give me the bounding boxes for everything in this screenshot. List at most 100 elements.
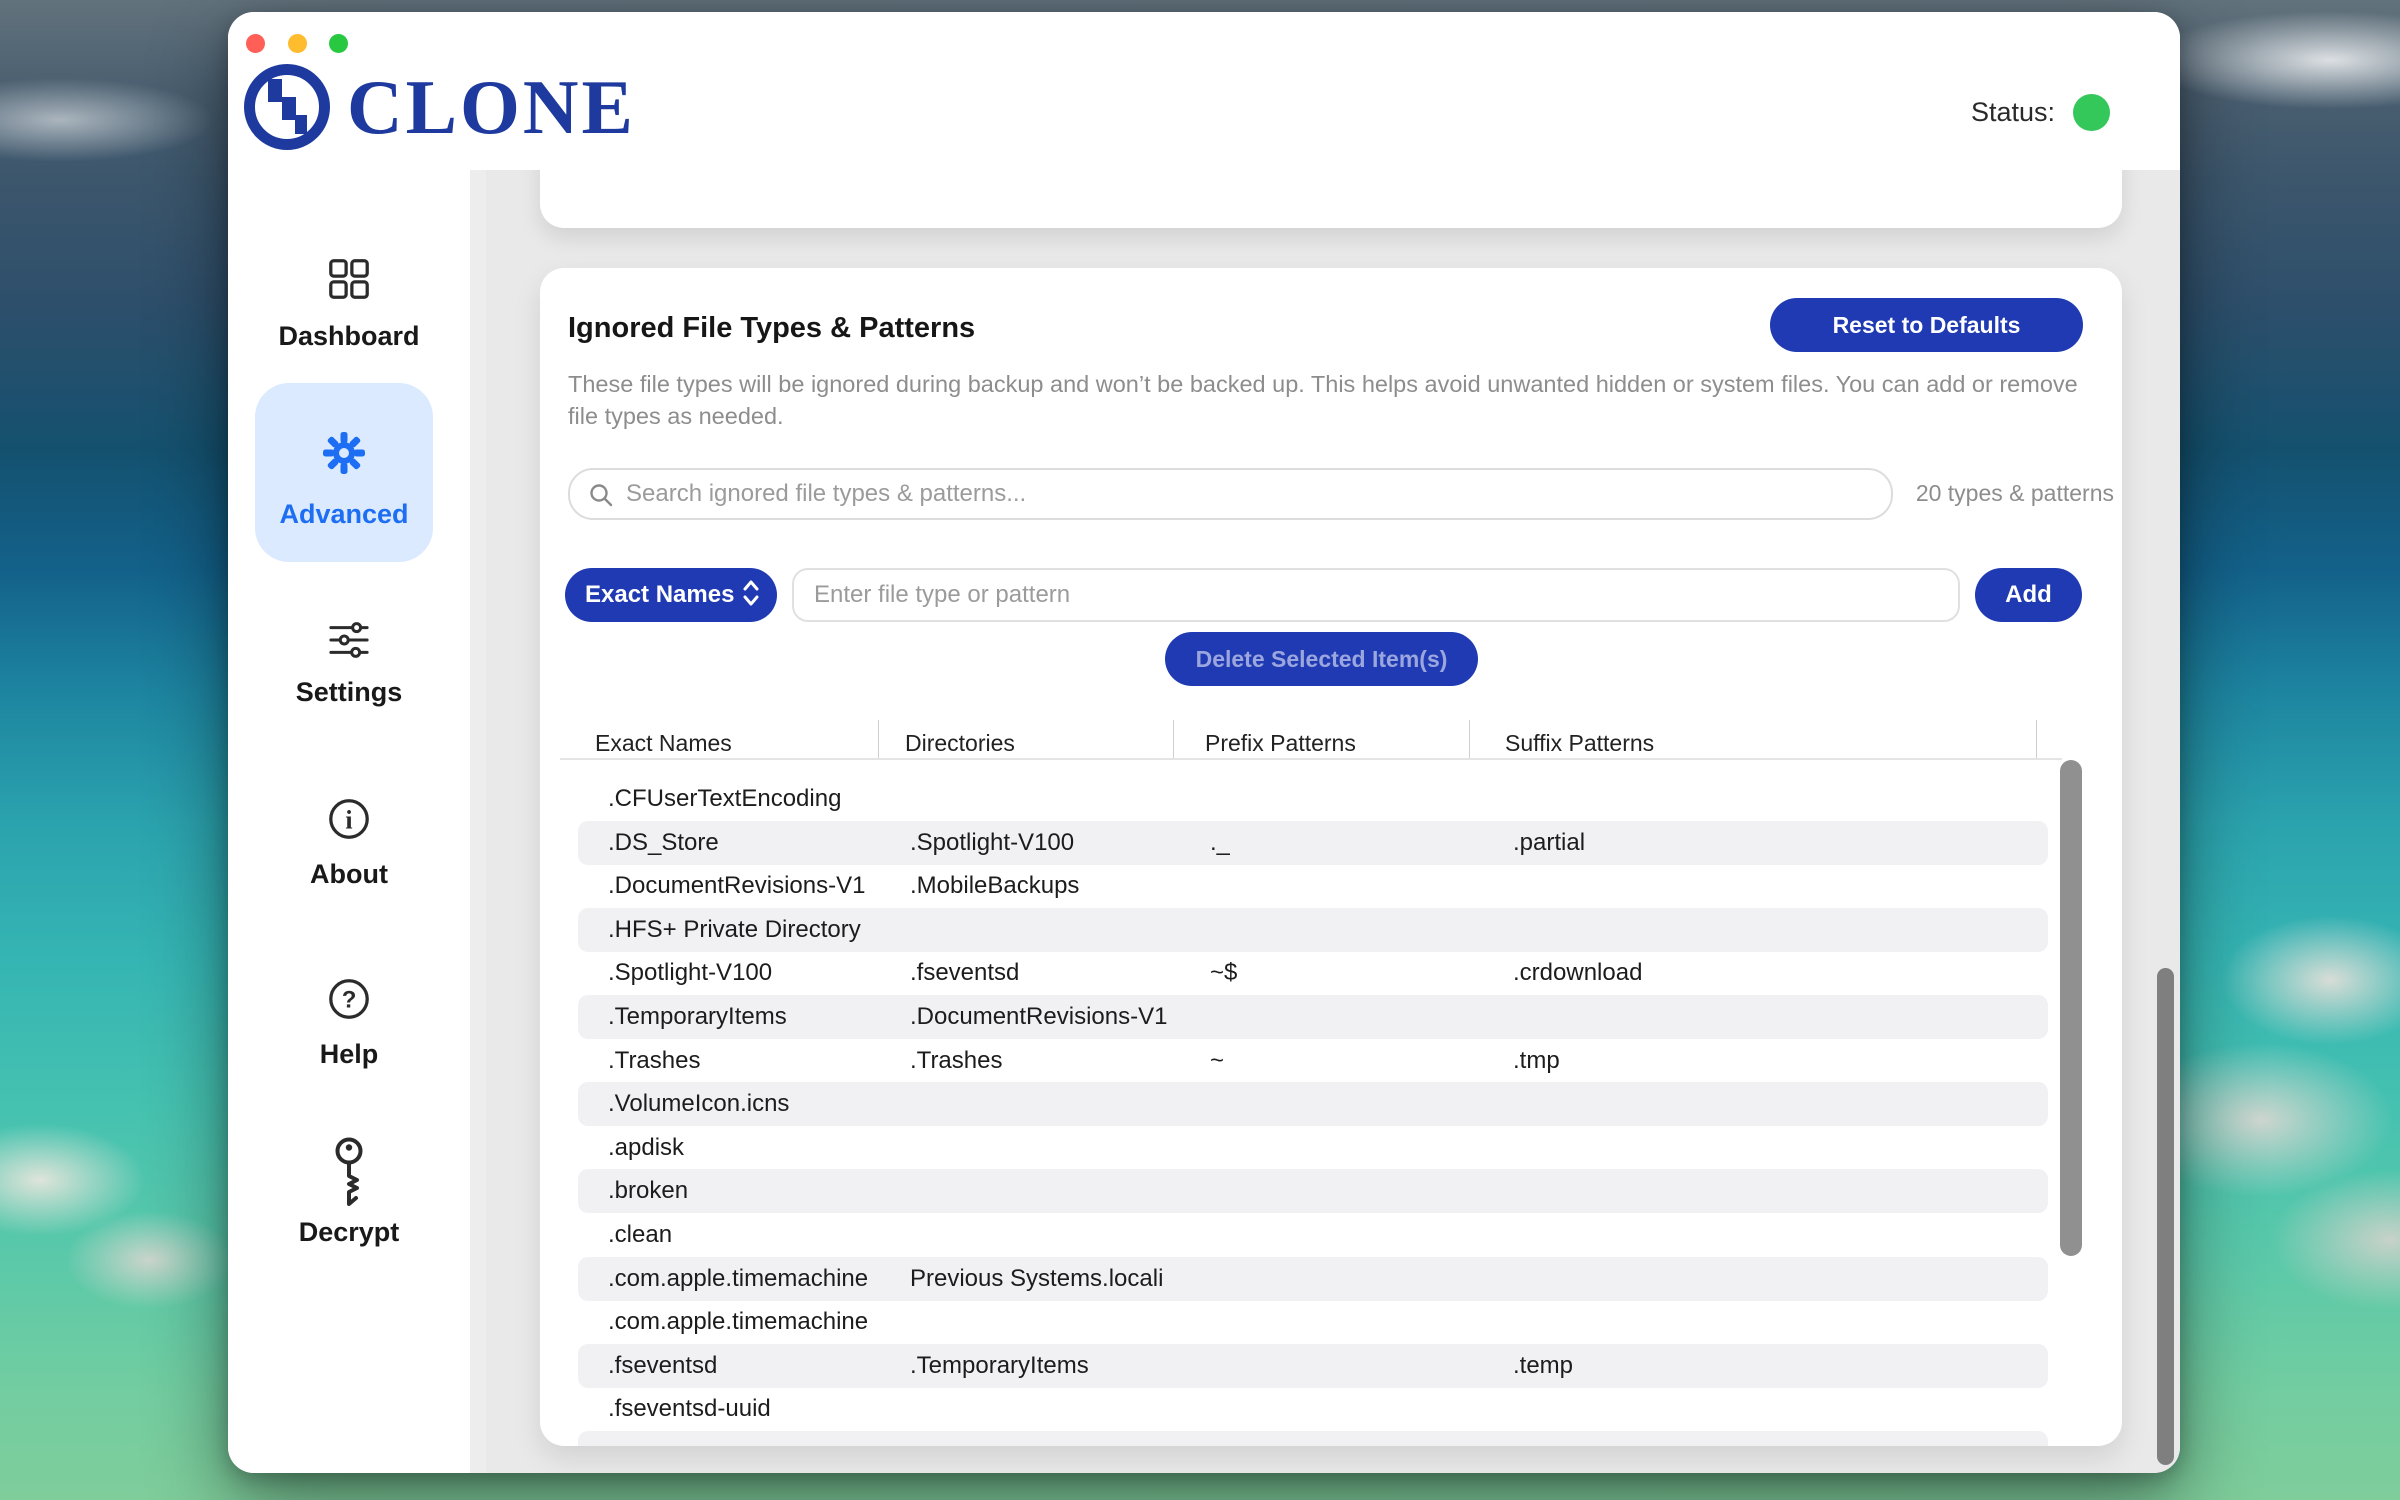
app-brand-name: CLONE xyxy=(347,64,636,150)
table-row[interactable]: .DS_Store .Spotlight-V100 ._ .partial xyxy=(578,821,2048,865)
table-cell: .TemporaryItems xyxy=(910,1344,1089,1388)
table-cell: .fseventsd xyxy=(608,1344,717,1388)
table-cell: ~$ xyxy=(1210,951,1237,995)
status-indicator: Status: xyxy=(1971,94,2110,131)
table-row[interactable]: .fseventsd .TemporaryItems .temp xyxy=(578,1344,2048,1388)
search-input[interactable] xyxy=(568,468,1893,520)
table-cell: .DocumentRevisions-V1 xyxy=(910,995,1167,1039)
table-cell: .Spotlight-V100 xyxy=(608,951,772,995)
key-icon xyxy=(324,1136,374,1215)
column-divider xyxy=(878,720,879,758)
app-logo: CLONE xyxy=(244,64,636,150)
table-cell: ~ xyxy=(1210,1039,1224,1083)
table-row[interactable]: .Trashes.Trashes~.tmp xyxy=(578,1039,2048,1083)
table-row[interactable]: .broken xyxy=(578,1169,2048,1213)
sidebar-item-label: Settings xyxy=(296,677,403,708)
gear-icon xyxy=(320,429,368,482)
table-cell: ._ xyxy=(1210,821,1230,865)
minimize-window-button[interactable] xyxy=(288,34,307,53)
column-header-directories: Directories xyxy=(905,730,1015,757)
sidebar-item-decrypt[interactable]: Decrypt xyxy=(228,1136,470,1248)
column-header-suffix-patterns: Suffix Patterns xyxy=(1505,730,1654,757)
sidebar-item-settings[interactable]: Settings xyxy=(228,620,470,708)
column-divider xyxy=(1173,720,1174,758)
svg-text:i: i xyxy=(345,806,352,835)
search-icon xyxy=(588,482,614,513)
info-icon: i xyxy=(326,796,372,847)
page-title: Ignored File Types & Patterns xyxy=(568,312,975,345)
table-cell: .com.apple.timemachine xyxy=(608,1257,868,1301)
table-row[interactable]: .VolumeIcon.icns xyxy=(578,1082,2048,1126)
table-cell: .com.apple.timemachine xyxy=(608,1300,868,1344)
add-pattern-button[interactable]: Add xyxy=(1975,568,2082,622)
table-cell: .MobileBackups xyxy=(910,864,1079,908)
table-cell: .crdownload xyxy=(1513,951,1642,995)
clone-logo-icon xyxy=(244,64,330,150)
dashboard-grid-icon xyxy=(326,256,372,307)
pattern-count-label: 20 types & patterns xyxy=(1916,480,2114,507)
sliders-icon xyxy=(326,620,372,665)
column-divider xyxy=(2036,720,2037,758)
column-header-prefix-patterns: Prefix Patterns xyxy=(1205,730,1356,757)
main-content: Ignored File Types & Patterns Reset to D… xyxy=(486,170,2180,1473)
sidebar-item-label: Advanced xyxy=(255,499,433,530)
table-row[interactable]: .Spotlight-V100 .fseventsd ~$ .crdownload xyxy=(578,951,2048,995)
pattern-type-select[interactable]: Exact Names xyxy=(565,568,777,622)
table-cell: .temp xyxy=(1513,1344,1573,1388)
section-description: These file types will be ignored during … xyxy=(568,368,2105,432)
table-cell: .DS_Store xyxy=(608,821,719,865)
table-row[interactable]: .com.apple.timemachine xyxy=(578,1300,2048,1344)
table-row[interactable]: .DocumentRevisions-V1 .MobileBackups xyxy=(578,864,2048,908)
sidebar-item-label: About xyxy=(310,859,388,890)
ignored-patterns-card: Ignored File Types & Patterns Reset to D… xyxy=(540,268,2122,1446)
table-row[interactable] xyxy=(578,1431,2048,1446)
pattern-type-value: Exact Names xyxy=(585,581,734,609)
sidebar-item-label: Help xyxy=(320,1039,379,1070)
status-label: Status: xyxy=(1971,97,2055,128)
table-cell: .CFUserTextEncoding xyxy=(608,777,841,821)
table-cell: .DocumentRevisions-V1 xyxy=(608,864,865,908)
sidebar-item-about[interactable]: i About xyxy=(228,796,470,890)
table-cell: .VolumeIcon.icns xyxy=(608,1082,789,1126)
table-cell: .HFS+ Private Directory xyxy=(608,908,861,952)
question-icon: ? xyxy=(326,976,372,1027)
sidebar-item-dashboard[interactable]: Dashboard xyxy=(228,256,470,352)
status-green-dot-icon xyxy=(2073,94,2110,131)
table-row[interactable]: .fseventsd-uuid xyxy=(578,1387,2048,1431)
close-window-button[interactable] xyxy=(246,34,265,53)
sidebar-item-label: Dashboard xyxy=(278,321,419,352)
zoom-window-button[interactable] xyxy=(329,34,348,53)
column-header-exact-names: Exact Names xyxy=(595,730,732,757)
table-cell: .Trashes xyxy=(910,1039,1002,1083)
table-row[interactable]: .HFS+ Private Directory xyxy=(578,908,2048,952)
table-cell: .Trashes xyxy=(608,1039,700,1083)
chevron-up-down-icon xyxy=(741,578,761,613)
table-cell: .fseventsd-uuid xyxy=(608,1387,771,1431)
table-row[interactable]: .com.apple.timemachinePrevious Systems.l… xyxy=(578,1257,2048,1301)
table-cell: .TemporaryItems xyxy=(608,995,787,1039)
app-window: CLONE Status: Dashboard xyxy=(228,12,2180,1473)
table-row[interactable]: .clean xyxy=(578,1213,2048,1257)
previous-section-card xyxy=(540,170,2122,228)
new-pattern-input[interactable] xyxy=(792,568,1960,622)
table-cell: .Spotlight-V100 xyxy=(910,821,1074,865)
column-divider xyxy=(1469,720,1470,758)
table-cell: .fseventsd xyxy=(910,951,1019,995)
titlebar: CLONE Status: xyxy=(228,12,2180,170)
ignored-list: .CFUserTextEncoding.DS_Store .Spotlight-V… xyxy=(540,760,2122,1446)
sidebar-item-label: Decrypt xyxy=(299,1217,400,1248)
sidebar-item-advanced[interactable]: Advanced xyxy=(255,383,433,562)
table-cell: .apdisk xyxy=(608,1126,684,1170)
svg-text:?: ? xyxy=(342,987,357,1014)
reset-to-defaults-button[interactable]: Reset to Defaults xyxy=(1770,298,2083,352)
sidebar-item-help[interactable]: ? Help xyxy=(228,976,470,1070)
table-cell: .clean xyxy=(608,1213,672,1257)
table-row[interactable]: .apdisk xyxy=(578,1126,2048,1170)
table-row[interactable]: .TemporaryItems .DocumentRevisions-V1 xyxy=(578,995,2048,1039)
sidebar-divider xyxy=(470,170,486,1473)
table-row[interactable]: .CFUserTextEncoding xyxy=(578,777,2048,821)
window-scrollbar-thumb[interactable] xyxy=(2157,968,2174,1465)
delete-selected-button[interactable]: Delete Selected Item(s) xyxy=(1165,632,1478,686)
list-scrollbar-thumb[interactable] xyxy=(2060,760,2082,1256)
table-cell: .partial xyxy=(1513,821,1585,865)
